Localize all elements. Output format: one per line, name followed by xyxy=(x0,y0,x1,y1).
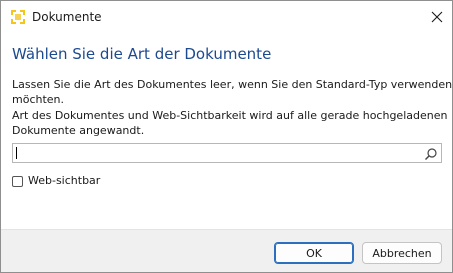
dialog-window: Dokumente Wählen Sie die Art der Dokumen… xyxy=(0,0,453,273)
description-line: möchten. xyxy=(12,93,65,106)
window-title: Dokumente xyxy=(32,10,102,24)
dialog-footer: OK Abbrechen xyxy=(1,229,452,272)
app-logo-icon xyxy=(10,9,26,25)
close-icon xyxy=(431,8,443,27)
search-icon[interactable] xyxy=(424,146,438,160)
title-bar[interactable]: Dokumente xyxy=(1,1,452,33)
checkbox-box[interactable] xyxy=(12,175,23,187)
web-visible-label[interactable]: Web-sichtbar xyxy=(28,173,100,189)
dialog-heading: Wählen Sie die Art der Dokumente xyxy=(12,45,272,63)
description-line: Dokumente angewandt. xyxy=(12,124,145,137)
cancel-button[interactable]: Abbrechen xyxy=(362,242,442,264)
ok-button[interactable]: OK xyxy=(274,242,354,264)
text-caret xyxy=(16,147,17,159)
description-line: Lassen Sie die Art des Dokumentes leer, … xyxy=(12,78,453,91)
web-visible-checkbox[interactable]: Web-sichtbar xyxy=(12,173,100,189)
close-button[interactable] xyxy=(422,2,452,32)
document-type-search-input[interactable] xyxy=(12,143,442,163)
description-line: Art des Dokumentes und Web-Sichtbarkeit … xyxy=(12,109,448,122)
